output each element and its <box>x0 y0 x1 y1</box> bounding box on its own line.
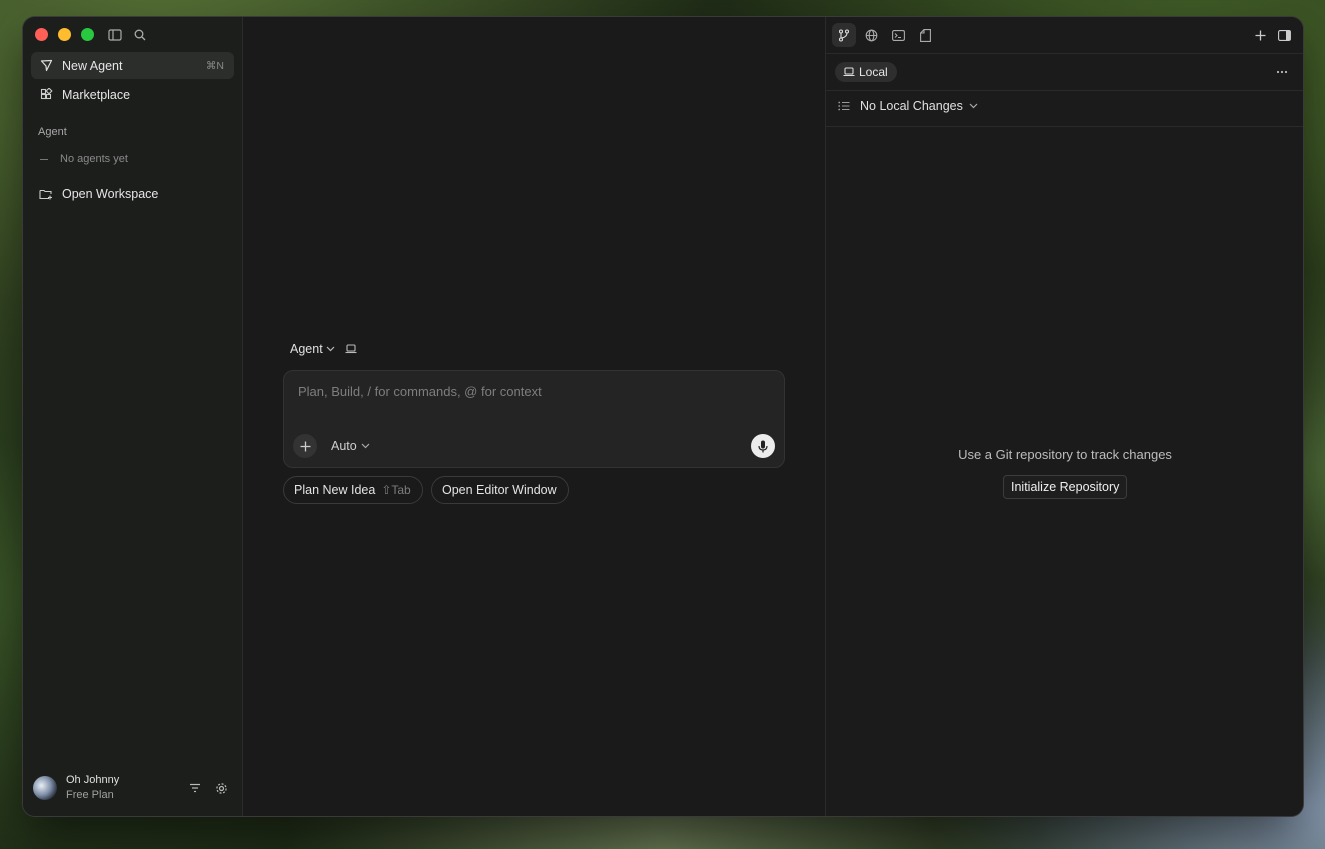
minimize-window-button[interactable] <box>58 28 71 41</box>
send-icon <box>38 58 54 74</box>
toggle-panel-button[interactable] <box>1272 23 1296 47</box>
zoom-window-button[interactable] <box>81 28 94 41</box>
new-tab-button[interactable] <box>1248 23 1272 47</box>
git-empty-message: Use a Git repository to track changes <box>958 447 1172 462</box>
divider <box>826 53 1303 54</box>
section-label-agent: Agent <box>38 126 67 138</box>
local-changes-label: No Local Changes <box>860 99 963 113</box>
chevron-down-icon <box>969 103 978 109</box>
ellipsis-icon <box>1276 70 1288 74</box>
open-editor-window-label: Open Editor Window <box>442 483 557 497</box>
user-profile[interactable]: Oh Johnny Free Plan <box>33 770 233 806</box>
model-select-label: Auto <box>331 439 357 453</box>
tab-browser[interactable] <box>859 23 883 47</box>
terminal-icon <box>891 29 905 41</box>
plan-new-idea-button[interactable]: Plan New Idea ⇧Tab <box>283 476 423 504</box>
laptop-icon <box>843 67 855 77</box>
divider <box>826 126 1303 127</box>
shortcut-hint: ⌘N <box>205 59 224 72</box>
close-window-button[interactable] <box>35 28 48 41</box>
divider <box>826 90 1303 91</box>
toggle-sidebar-icon[interactable] <box>106 26 124 44</box>
git-branch-icon <box>838 28 850 42</box>
sidebar-item-label: Marketplace <box>62 87 131 102</box>
file-icon <box>919 28 931 42</box>
agent-mode-row: Agent <box>290 342 357 356</box>
list-icon <box>838 101 850 111</box>
avatar <box>33 776 57 800</box>
empty-agents-text: No agents yet <box>60 153 128 165</box>
sidebar-item-label: New Agent <box>62 58 123 73</box>
plus-icon <box>1255 30 1266 41</box>
app-window: New Agent ⌘N Marketplace Agent No agents… <box>23 17 1303 816</box>
add-attachment-button[interactable] <box>293 434 317 458</box>
panel-right-icon <box>1277 29 1291 41</box>
marketplace-icon <box>38 87 54 103</box>
microphone-button[interactable] <box>751 434 775 458</box>
open-editor-window-button[interactable]: Open Editor Window <box>431 476 569 504</box>
tab-source-control[interactable] <box>832 23 856 47</box>
laptop-icon[interactable] <box>345 344 357 354</box>
local-changes-dropdown[interactable]: No Local Changes <box>838 99 978 113</box>
tab-files[interactable] <box>913 23 937 47</box>
user-name: Oh Johnny <box>66 774 120 786</box>
sidebar-item-marketplace[interactable]: Marketplace <box>31 81 234 108</box>
empty-agents-row: No agents yet <box>40 153 128 165</box>
main-area: Agent Auto Plan New Id <box>243 17 825 816</box>
gear-icon[interactable] <box>213 780 229 796</box>
environment-label: Local <box>859 65 888 79</box>
sidebar-item-new-agent[interactable]: New Agent ⌘N <box>31 52 234 79</box>
environment-local-button[interactable]: Local <box>835 62 897 82</box>
sidebar-item-label: Open Workspace <box>62 186 159 201</box>
search-icon[interactable] <box>131 26 149 44</box>
tab-terminal[interactable] <box>886 23 910 47</box>
model-select[interactable]: Auto <box>331 439 370 453</box>
chevron-down-icon <box>361 443 370 449</box>
plan-new-idea-label: Plan New Idea <box>294 483 376 497</box>
globe-icon <box>865 29 878 42</box>
sidebar: New Agent ⌘N Marketplace Agent No agents… <box>23 17 243 816</box>
more-options-button[interactable] <box>1272 62 1292 82</box>
agent-mode-select[interactable]: Agent <box>290 342 323 356</box>
dash-icon <box>40 158 48 160</box>
prompt-input[interactable] <box>296 381 740 401</box>
chevron-down-icon[interactable] <box>326 346 335 352</box>
source-control-panel: Local No Local Changes Use a Git reposit… <box>825 17 1303 816</box>
initialize-repository-button[interactable]: Initialize Repository <box>1003 475 1128 499</box>
sidebar-item-open-workspace[interactable]: Open Workspace <box>31 180 234 207</box>
folder-plus-icon <box>38 186 54 202</box>
filter-icon[interactable] <box>187 780 203 796</box>
prompt-composer: Auto <box>283 370 785 468</box>
user-plan: Free Plan <box>66 789 114 801</box>
shortcut-hint: ⇧Tab <box>381 483 411 497</box>
